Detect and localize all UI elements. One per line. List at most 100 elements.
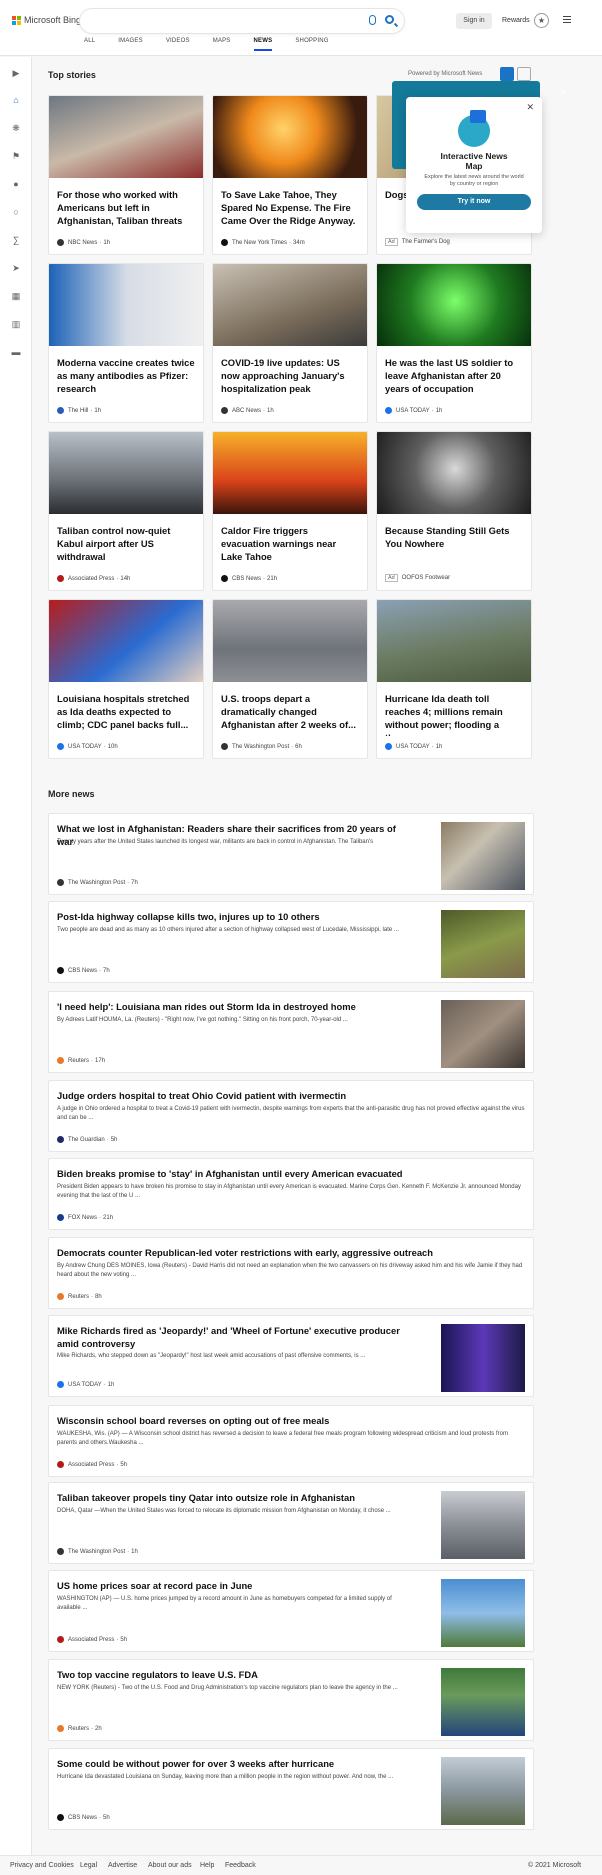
- footer-link-privacy[interactable]: Privacy and Cookies: [10, 1862, 74, 1869]
- story-card[interactable]: Because Standing Still Gets You Nowhere A…: [376, 431, 532, 591]
- news-row[interactable]: 'I need help': Louisiana man rides out S…: [48, 991, 534, 1073]
- story-thumbnail[interactable]: [213, 432, 367, 514]
- news-row[interactable]: Democrats counter Republican-led voter r…: [48, 1237, 534, 1309]
- news-thumbnail[interactable]: [441, 1579, 525, 1647]
- news-row[interactable]: What we lost in Afghanistan: Readers sha…: [48, 813, 534, 895]
- story-title[interactable]: To Save Lake Tahoe, They Spared No Expen…: [213, 178, 367, 232]
- footer-link-legal[interactable]: Legal: [80, 1862, 97, 1869]
- news-title[interactable]: Democrats counter Republican-led voter r…: [57, 1246, 525, 1259]
- story-thumbnail[interactable]: [377, 432, 531, 514]
- news-thumbnail[interactable]: [441, 822, 525, 890]
- news-thumbnail[interactable]: [441, 1668, 525, 1736]
- story-title[interactable]: For those who worked with Americans but …: [49, 178, 203, 232]
- chart-icon[interactable]: ∑: [0, 234, 32, 246]
- building-icon[interactable]: ▥: [0, 318, 32, 330]
- rocket-icon[interactable]: ➤: [0, 262, 32, 274]
- close-icon[interactable]: ✕: [526, 102, 534, 113]
- news-title[interactable]: Biden breaks promise to 'stay' in Afghan…: [57, 1167, 525, 1180]
- news-thumbnail[interactable]: [441, 910, 525, 978]
- news-row[interactable]: Mike Richards fired as 'Jeopardy!' and '…: [48, 1315, 534, 1397]
- tab-all[interactable]: ALL: [84, 38, 95, 51]
- story-card[interactable]: To Save Lake Tahoe, They Spared No Expen…: [212, 95, 368, 255]
- story-card[interactable]: Moderna vaccine creates twice as many an…: [48, 263, 204, 423]
- story-title[interactable]: Caldor Fire triggers evacuation warnings…: [213, 514, 367, 568]
- film-icon[interactable]: ▦: [0, 290, 32, 302]
- sign-in-button[interactable]: Sign in: [456, 13, 492, 29]
- story-thumbnail[interactable]: [377, 600, 531, 682]
- story-card[interactable]: COVID-19 live updates: US now approachin…: [212, 263, 368, 423]
- news-title[interactable]: Some could be without power for over 3 w…: [57, 1757, 412, 1770]
- story-thumbnail[interactable]: [49, 432, 203, 514]
- news-title[interactable]: Post-Ida highway collapse kills two, inj…: [57, 910, 412, 923]
- news-thumbnail[interactable]: [441, 1757, 525, 1825]
- story-thumbnail[interactable]: [213, 600, 367, 682]
- microphone-icon[interactable]: [369, 15, 376, 25]
- footer-link-feedback[interactable]: Feedback: [225, 1862, 256, 1869]
- news-title[interactable]: US home prices soar at record pace in Ju…: [57, 1579, 412, 1592]
- search-icon[interactable]: [385, 15, 394, 24]
- search-box[interactable]: [80, 9, 404, 33]
- story-card[interactable]: Caldor Fire triggers evacuation warnings…: [212, 431, 368, 591]
- story-card[interactable]: Louisiana hospitals stretched as Ida dea…: [48, 599, 204, 759]
- grid-view-icon[interactable]: [500, 67, 514, 81]
- story-card[interactable]: Taliban control now-quiet Kabul airport …: [48, 431, 204, 591]
- news-title[interactable]: Judge orders hospital to treat Ohio Covi…: [57, 1089, 525, 1102]
- story-thumbnail[interactable]: [49, 600, 203, 682]
- bing-logo[interactable]: Microsoft Bing: [12, 15, 81, 25]
- news-title[interactable]: 'I need help': Louisiana man rides out S…: [57, 1000, 412, 1013]
- tab-shopping[interactable]: SHOPPING: [295, 38, 328, 51]
- backdrop-close-icon[interactable]: ✕: [560, 88, 567, 97]
- news-title[interactable]: Wisconsin school board reverses on optin…: [57, 1414, 525, 1427]
- news-title[interactable]: Two top vaccine regulators to leave U.S.…: [57, 1668, 412, 1681]
- news-row[interactable]: Some could be without power for over 3 w…: [48, 1748, 534, 1830]
- story-card[interactable]: U.S. troops depart a dramatically change…: [212, 599, 368, 759]
- news-title[interactable]: Mike Richards fired as 'Jeopardy!' and '…: [57, 1324, 412, 1350]
- story-card[interactable]: Hurricane Ida death toll reaches 4; mill…: [376, 599, 532, 759]
- story-title[interactable]: Hurricane Ida death toll reaches 4; mill…: [377, 682, 531, 736]
- footer-link-advertise[interactable]: Advertise: [108, 1862, 137, 1869]
- story-card[interactable]: For those who worked with Americans but …: [48, 95, 204, 255]
- location-icon[interactable]: ●: [0, 178, 32, 190]
- tab-videos[interactable]: VIDEOS: [166, 38, 190, 51]
- tab-images[interactable]: IMAGES: [118, 38, 143, 51]
- story-title[interactable]: U.S. troops depart a dramatically change…: [213, 682, 367, 736]
- map-view-icon[interactable]: [517, 67, 531, 81]
- news-row[interactable]: Judge orders hospital to treat Ohio Covi…: [48, 1080, 534, 1152]
- news-thumbnail[interactable]: [441, 1324, 525, 1392]
- news-thumbnail[interactable]: [441, 1000, 525, 1068]
- news-row[interactable]: US home prices soar at record pace in Ju…: [48, 1570, 534, 1652]
- story-title[interactable]: Louisiana hospitals stretched as Ida dea…: [49, 682, 203, 736]
- flag-icon[interactable]: ⚑: [0, 150, 32, 162]
- footer-link-help[interactable]: Help: [200, 1862, 214, 1869]
- try-it-now-button[interactable]: Try it now: [417, 194, 531, 210]
- story-thumbnail[interactable]: [377, 264, 531, 346]
- story-card[interactable]: He was the last US soldier to leave Afgh…: [376, 263, 532, 423]
- story-title[interactable]: Because Standing Still Gets You Nowhere: [377, 514, 531, 568]
- globe-icon[interactable]: ○: [0, 206, 32, 218]
- car-icon[interactable]: ▬: [0, 346, 32, 358]
- news-row[interactable]: Wisconsin school board reverses on optin…: [48, 1405, 534, 1477]
- rewards-label[interactable]: Rewards: [502, 17, 530, 24]
- news-row[interactable]: Two top vaccine regulators to leave U.S.…: [48, 1659, 534, 1741]
- story-title[interactable]: Moderna vaccine creates twice as many an…: [49, 346, 203, 400]
- news-row[interactable]: Taliban takeover propels tiny Qatar into…: [48, 1482, 534, 1564]
- story-title[interactable]: COVID-19 live updates: US now approachin…: [213, 346, 367, 400]
- news-thumbnail[interactable]: [441, 1491, 525, 1559]
- news-title[interactable]: Taliban takeover propels tiny Qatar into…: [57, 1491, 412, 1504]
- story-title[interactable]: Taliban control now-quiet Kabul airport …: [49, 514, 203, 568]
- story-thumbnail[interactable]: [213, 96, 367, 178]
- tab-maps[interactable]: MAPS: [213, 38, 231, 51]
- news-row[interactable]: Biden breaks promise to 'stay' in Afghan…: [48, 1158, 534, 1230]
- science-icon[interactable]: ❋: [0, 122, 32, 134]
- footer-link-about-ads[interactable]: About our ads: [148, 1862, 192, 1869]
- expand-icon[interactable]: ▶: [0, 67, 32, 79]
- story-title[interactable]: He was the last US soldier to leave Afgh…: [377, 346, 531, 400]
- tab-news[interactable]: NEWS: [253, 38, 273, 51]
- trophy-icon[interactable]: ★: [534, 13, 549, 28]
- home-icon[interactable]: ⌂: [0, 94, 32, 106]
- story-thumbnail[interactable]: [49, 264, 203, 346]
- story-thumbnail[interactable]: [49, 96, 203, 178]
- menu-icon[interactable]: [563, 16, 571, 25]
- news-row[interactable]: Post-Ida highway collapse kills two, inj…: [48, 901, 534, 983]
- story-thumbnail[interactable]: [213, 264, 367, 346]
